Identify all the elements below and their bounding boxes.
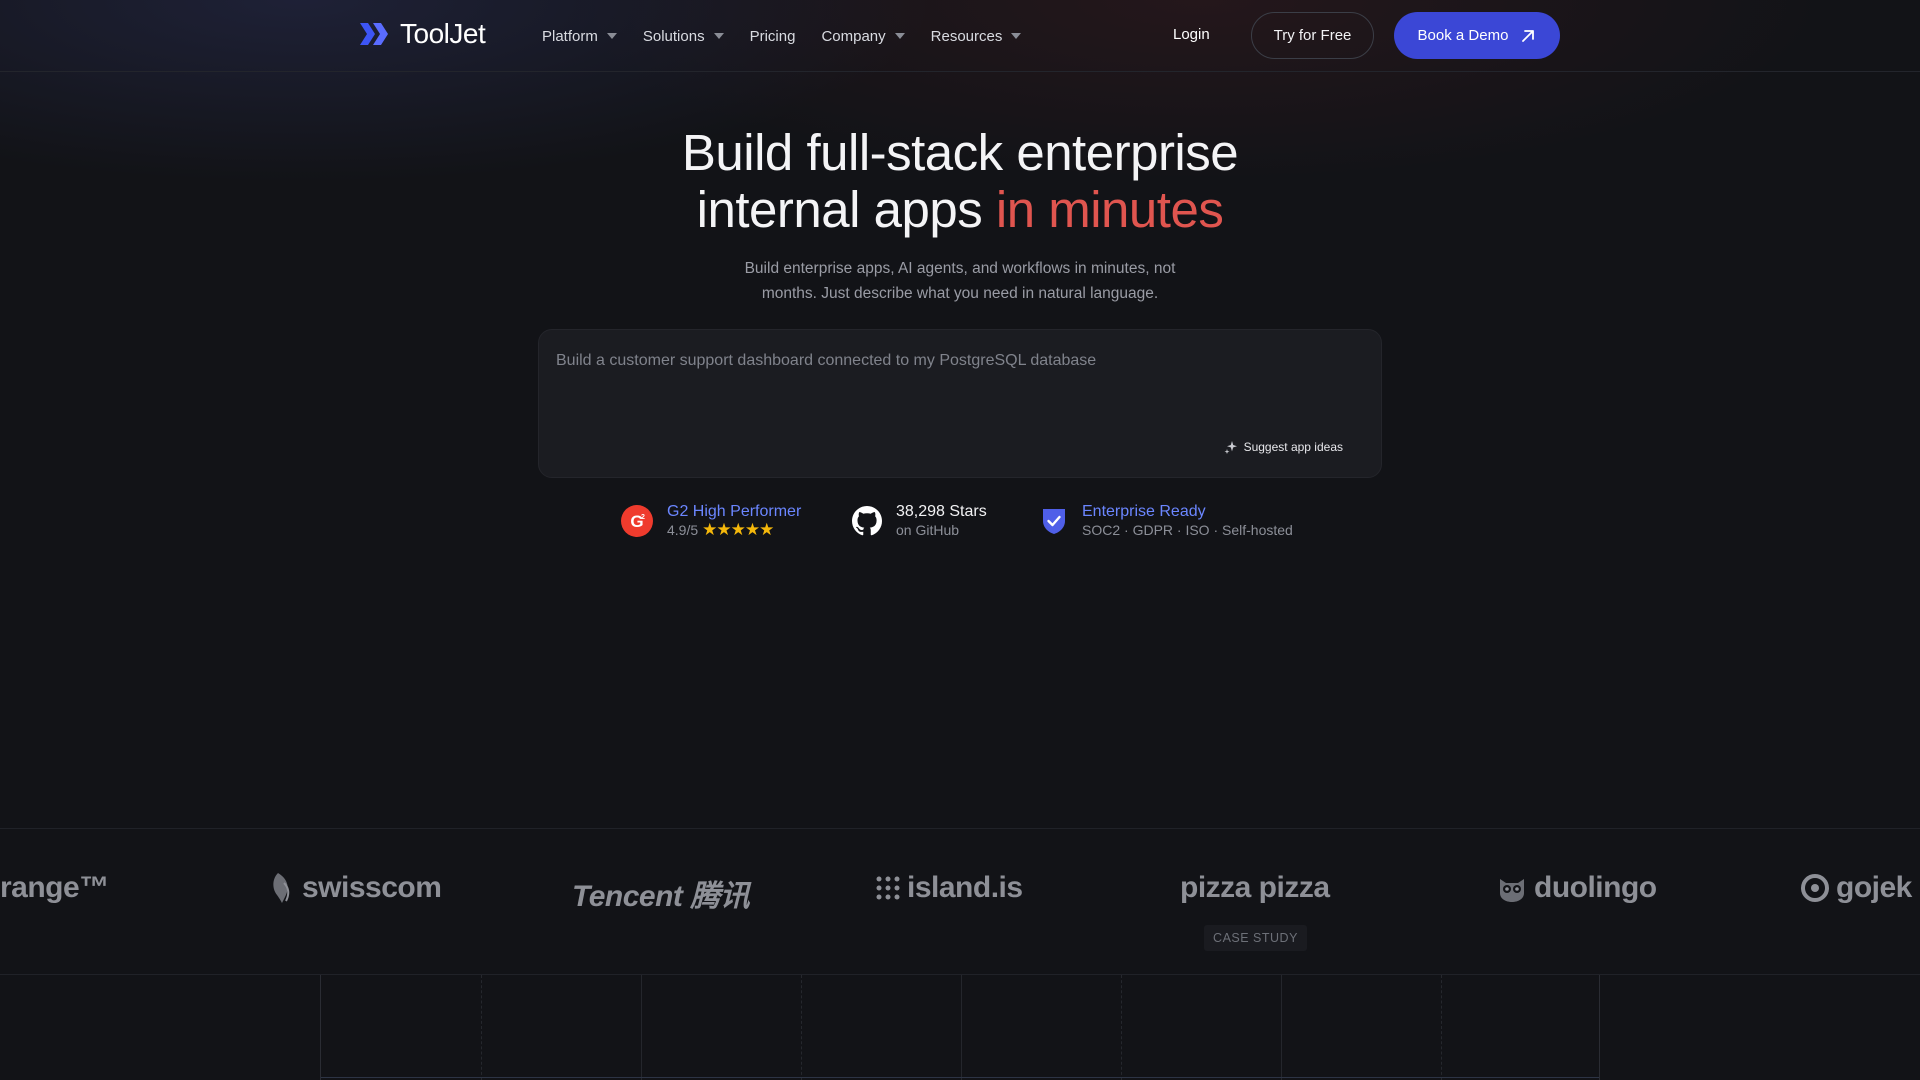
customer-logo-island-is: island.is bbox=[875, 871, 1023, 905]
island-is-dots-icon bbox=[876, 876, 900, 900]
tooljet-logo-icon bbox=[360, 23, 388, 45]
g2-title: G2 High Performer bbox=[667, 503, 802, 520]
menu-item-solutions[interactable]: Solutions bbox=[643, 26, 724, 46]
chevron-down-icon bbox=[713, 33, 724, 39]
menu-item-label: Company bbox=[821, 27, 886, 45]
menu-item-resources[interactable]: Resources bbox=[931, 26, 1022, 46]
suggest-app-ideas-button[interactable]: Suggest app ideas bbox=[1224, 440, 1343, 454]
sparkle-icon bbox=[1224, 441, 1237, 454]
book-demo-button[interactable]: Book a Demo bbox=[1394, 12, 1560, 59]
gojek-icon bbox=[1801, 874, 1829, 902]
grid-divider bbox=[1441, 975, 1442, 1080]
star-rating-icon: ★★★★★ bbox=[702, 520, 774, 539]
login-link[interactable]: Login bbox=[1173, 26, 1210, 43]
svg-text:2: 2 bbox=[641, 514, 645, 521]
grid-divider bbox=[481, 975, 482, 1080]
customer-logo-swisscom: swisscom bbox=[268, 871, 442, 905]
suggest-label: Suggest app ideas bbox=[1243, 440, 1343, 454]
g2-logo-icon: G 2 bbox=[621, 504, 653, 537]
hero-title-line-1: Build full-stack enterprise bbox=[681, 124, 1239, 181]
app-prompt-input[interactable]: Build a customer support dashboard conne… bbox=[538, 329, 1382, 478]
duolingo-owl-icon bbox=[1500, 879, 1524, 902]
brand-name: ToolJet bbox=[400, 18, 486, 49]
chevron-down-icon bbox=[1011, 33, 1022, 39]
grid-divider bbox=[641, 975, 642, 1080]
customer-logo-gojek: gojek bbox=[1800, 871, 1912, 905]
hero-title: Build full-stack enterprise internal app… bbox=[560, 124, 1360, 238]
swisscom-icon bbox=[273, 873, 290, 903]
top-navigation: ToolJet Platform Solutions Pricing Compa… bbox=[0, 0, 1920, 72]
main-menu: Platform Solutions Pricing Company Resou… bbox=[542, 26, 1047, 46]
gojek-wordmark: gojek bbox=[1836, 871, 1912, 904]
tooljet-logo[interactable]: ToolJet bbox=[358, 18, 486, 50]
hero-title-line-2: internal apps bbox=[696, 181, 996, 238]
grid-divider bbox=[1281, 975, 1282, 1080]
menu-item-label: Resources bbox=[930, 27, 1003, 45]
swisscom-wordmark: swisscom bbox=[302, 871, 442, 904]
menu-item-pricing[interactable]: Pricing bbox=[750, 26, 796, 46]
customer-logo-strip: range™ swisscom Tencent 腾讯 island.is piz… bbox=[0, 828, 1920, 975]
customer-logo-orange: range™ bbox=[0, 871, 109, 904]
duolingo-wordmark: duolingo bbox=[1534, 871, 1657, 904]
feature-grid-panel bbox=[320, 975, 1600, 1080]
github-sub: on GitHub bbox=[896, 522, 960, 538]
try-for-free-button[interactable]: Try for Free bbox=[1251, 12, 1374, 59]
arrow-up-right-icon bbox=[1522, 29, 1535, 42]
grid-bottom-rule bbox=[321, 1077, 1599, 1078]
customer-logo-tencent: Tencent 腾讯 bbox=[572, 880, 750, 913]
hero-title-accent: in minutes bbox=[995, 181, 1224, 238]
menu-item-company[interactable]: Company bbox=[821, 26, 905, 46]
menu-item-platform[interactable]: Platform bbox=[542, 26, 617, 46]
case-study-tag[interactable]: CASE STUDY bbox=[1204, 925, 1307, 951]
enterprise-title: Enterprise Ready bbox=[1082, 503, 1206, 520]
github-stars-count: 38,298 Stars bbox=[896, 503, 987, 520]
book-demo-label: Book a Demo bbox=[1417, 27, 1509, 44]
hero-subtitle-line-1: Build enterprise apps, AI agents, and wo… bbox=[744, 260, 1176, 277]
chevron-down-icon bbox=[606, 33, 617, 39]
enterprise-sub: SOC2 · GDPR · ISO · Self-hosted bbox=[1082, 522, 1293, 538]
menu-item-label: Solutions bbox=[642, 27, 705, 45]
customer-logo-pizza-pizza: pizza pizza bbox=[1180, 871, 1330, 904]
customer-logo-duolingo: duolingo bbox=[1496, 871, 1657, 905]
grid-divider bbox=[961, 975, 962, 1080]
enterprise-badge[interactable]: Enterprise Ready SOC2 · GDPR · ISO · Sel… bbox=[1040, 502, 1293, 539]
g2-badge[interactable]: G 2 G2 High Performer 4.9/5 ★★★★★ bbox=[621, 502, 801, 539]
prompt-placeholder: Build a customer support dashboard conne… bbox=[556, 352, 1097, 369]
chevron-down-icon bbox=[894, 33, 905, 39]
shield-check-icon bbox=[1043, 508, 1065, 534]
github-badge[interactable]: 38,298 Stars on GitHub bbox=[852, 502, 987, 539]
island-is-wordmark: island.is bbox=[907, 871, 1023, 904]
menu-item-label: Platform bbox=[542, 27, 598, 45]
grid-divider bbox=[801, 975, 802, 1080]
g2-rating: 4.9/5 bbox=[667, 522, 699, 538]
github-icon bbox=[852, 505, 882, 535]
menu-item-label: Pricing bbox=[749, 27, 796, 45]
hero-subtitle-line-2: months. Just describe what you need in n… bbox=[761, 285, 1159, 302]
grid-divider bbox=[1121, 975, 1122, 1080]
hero-subtitle: Build enterprise apps, AI agents, and wo… bbox=[710, 256, 1210, 306]
